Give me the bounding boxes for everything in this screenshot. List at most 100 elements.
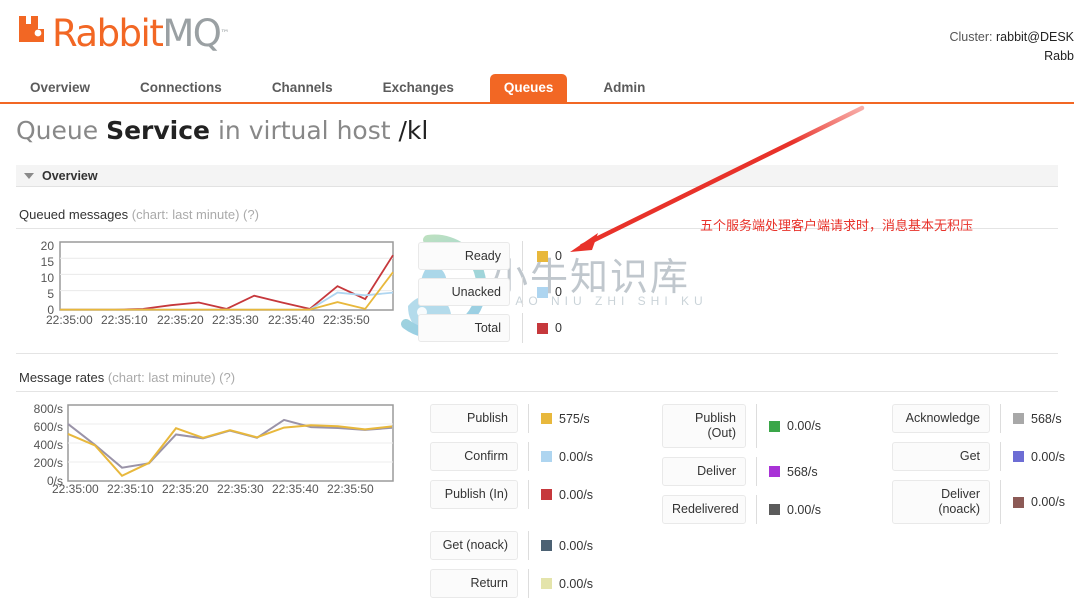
legend-label-unacked[interactable]: Unacked [418, 278, 510, 306]
queued-xtick-5: 22:35:50 [323, 313, 370, 327]
queued-xtick-1: 22:35:10 [101, 313, 148, 327]
rate-value-get-noack: 0.00/s [559, 538, 594, 553]
queued-messages-help-icon[interactable]: (?) [243, 207, 259, 222]
overview-section-header[interactable]: Overview [16, 165, 1058, 187]
rate-label-acknowledge[interactable]: Acknowledge [892, 404, 990, 433]
queued-messages-label: Queued messages [19, 207, 129, 222]
rate-value-return: 0.00/s [559, 576, 594, 591]
rabbit-logo-icon [16, 11, 50, 48]
rate-value-deliver-noack: 0.00/s [1031, 495, 1066, 509]
nav-tab-exchanges[interactable]: Exchanges [369, 74, 468, 102]
rates-ytick-600: 600/s [34, 420, 63, 434]
logo-mq-text: MQ [162, 12, 222, 55]
rate-swatch-confirm [541, 451, 552, 462]
rate-row-deliver-noack: Deliver (noack) 0.00/s [892, 480, 1065, 524]
divider-3 [16, 391, 1058, 392]
legend-divider [522, 313, 523, 343]
rate-label-get-noack[interactable]: Get (noack) [430, 531, 518, 560]
page-title-middle: in virtual host [210, 116, 399, 145]
queued-messages-heading: Queued messages (chart: last minute) (?) [19, 207, 259, 222]
legend-divider [522, 277, 523, 307]
rate-value-deliver: 568/s [787, 464, 818, 479]
page-title: Queue Service in virtual host /kl [16, 116, 428, 145]
nav-tab-overview[interactable]: Overview [16, 74, 104, 102]
legend-divider [522, 241, 523, 271]
rate-stats-column-1: Publish 575/s Confirm 0.00/s Publish (In… [430, 404, 593, 607]
annotation-text: 五个服务端处理客户端请求时，消息基本无积压 [700, 219, 974, 234]
legend-swatch-unacked [537, 286, 548, 298]
nav-tab-admin[interactable]: Admin [589, 74, 659, 102]
queued-xtick-2: 22:35:20 [157, 313, 204, 327]
rate-divider [1000, 480, 1001, 524]
rate-label-return[interactable]: Return [430, 569, 518, 598]
nav-tab-queues[interactable]: Queues [489, 74, 568, 102]
rate-divider [756, 404, 757, 448]
rate-label-publish-out[interactable]: Publish (Out) [662, 404, 746, 448]
rate-divider [528, 569, 529, 598]
rate-value-publish-in: 0.00/s [559, 487, 594, 502]
rates-xtick-2: 22:35:20 [162, 482, 209, 495]
rate-swatch-deliver [769, 466, 780, 477]
rate-label-deliver-noack[interactable]: Deliver (noack) [892, 480, 990, 524]
rate-label-redelivered[interactable]: Redelivered [662, 495, 746, 524]
message-rates-help-icon[interactable]: (?) [219, 370, 235, 385]
rabbitmq-logo[interactable]: RabbitMQ™ [16, 9, 229, 53]
rate-row-publish-out: Publish (Out) 0.00/s [662, 404, 821, 448]
queued-ytick-10: 10 [41, 271, 55, 285]
rate-swatch-return [541, 578, 552, 589]
rate-label-confirm[interactable]: Confirm [430, 442, 518, 471]
rate-value-get: 0.00/s [1031, 449, 1066, 464]
nav-tab-connections[interactable]: Connections [126, 74, 236, 102]
top-bar: RabbitMQ™ Cluster: rabbit@DESK Rabb [0, 0, 1074, 72]
rate-value-publish-out: 0.00/s [787, 419, 822, 433]
page-title-prefix: Queue [16, 116, 107, 145]
rate-label-get[interactable]: Get [892, 442, 990, 471]
queued-messages-chart: 20 15 10 5 0 22:35:00 22:35:10 22:35:20 … [18, 238, 398, 328]
rate-divider [528, 480, 529, 509]
rate-divider [756, 495, 757, 524]
legend-value-ready: 0 [555, 249, 562, 263]
cluster-info: Cluster: rabbit@DESK Rabb [744, 28, 1074, 66]
chevron-down-icon[interactable] [24, 172, 34, 179]
rate-divider [756, 457, 757, 486]
legend-swatch-ready [537, 250, 548, 262]
rates-xtick-5: 22:35:50 [327, 482, 374, 495]
rate-row-acknowledge: Acknowledge 568/s [892, 404, 1065, 433]
rate-swatch-publish-in [541, 489, 552, 500]
legend-row-unacked: Unacked 0 [418, 276, 598, 308]
rate-divider [528, 531, 529, 560]
rates-xtick-3: 22:35:30 [217, 482, 264, 495]
message-rates-label: Message rates [19, 370, 105, 385]
logo-tm-text: ™ [220, 29, 230, 39]
rates-xtick-0: 22:35:00 [52, 482, 99, 495]
legend-row-total: Total 0 [418, 312, 598, 344]
logo-rabbit-text: Rabbit [52, 12, 164, 55]
rate-label-deliver[interactable]: Deliver [662, 457, 746, 486]
legend-swatch-total [537, 322, 548, 334]
overview-section-title: Overview [42, 168, 98, 183]
rate-label-publish-in[interactable]: Publish (In) [430, 480, 518, 509]
queued-ytick-15: 15 [41, 255, 55, 269]
rate-swatch-publish-out [769, 420, 780, 432]
legend-label-total[interactable]: Total [418, 314, 510, 342]
rate-value-redelivered: 0.00/s [787, 502, 822, 517]
rate-divider [528, 442, 529, 471]
rate-row-redelivered: Redelivered 0.00/s [662, 495, 821, 524]
legend-label-ready[interactable]: Ready [418, 242, 510, 270]
rates-xtick-4: 22:35:40 [272, 482, 319, 495]
rate-swatch-redelivered [769, 504, 780, 515]
queued-messages-legend: Ready 0 Unacked 0 Total 0 [418, 240, 598, 348]
rates-ytick-800: 800/s [34, 402, 63, 416]
rate-swatch-get-noack [541, 540, 552, 551]
rate-divider [1000, 404, 1001, 433]
rate-stats-column-2: Publish (Out) 0.00/s Deliver 568/s Redel… [662, 404, 821, 533]
rate-value-acknowledge: 568/s [1031, 411, 1062, 426]
rate-divider [528, 404, 529, 433]
rate-label-publish[interactable]: Publish [430, 404, 518, 433]
nav-tab-channels[interactable]: Channels [258, 74, 347, 102]
rabbitmq-wordmark: RabbitMQ™ [52, 15, 229, 53]
rates-ytick-400: 400/s [34, 438, 63, 452]
rates-ytick-200: 200/s [34, 456, 63, 470]
rate-row-return: Return 0.00/s [430, 569, 593, 598]
rate-row-deliver: Deliver 568/s [662, 457, 821, 486]
